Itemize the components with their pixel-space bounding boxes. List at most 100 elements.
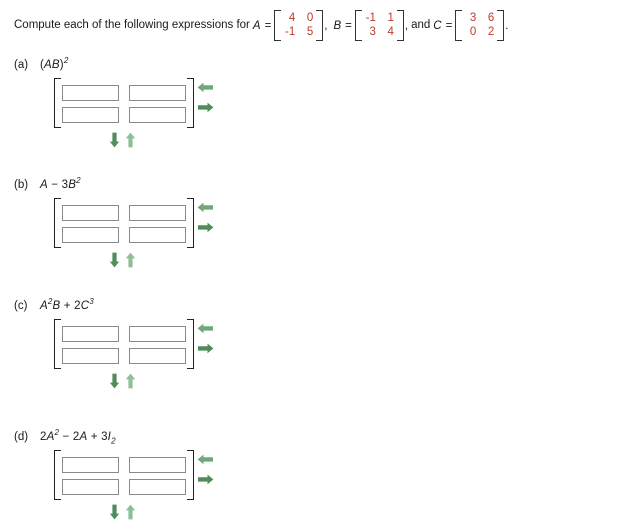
answer-input-d-r1-c0[interactable] — [62, 479, 119, 495]
answer-input-c-r1-c1[interactable] — [129, 348, 186, 364]
matrix-b-equals: = — [345, 19, 352, 32]
column-controls — [109, 504, 141, 520]
question-expression: 2A2 − 2A + 3I2 — [40, 428, 116, 446]
matrix-b-cells: -1 1 3 4 — [362, 10, 397, 41]
arrow-right-icon[interactable] — [197, 474, 214, 485]
matrix-b-literal: -1 1 3 4 — [354, 10, 404, 41]
matrix-b-cell-0-1: 1 — [387, 12, 394, 24]
question-label-d: (d) 2A2 − 2A + 3I2 — [14, 428, 116, 445]
trailing-period: . — [505, 19, 509, 32]
answer-matrix-right-bracket — [187, 450, 194, 500]
answer-matrix-a — [54, 78, 194, 128]
row-controls — [197, 82, 215, 124]
answer-matrix-left-bracket — [54, 450, 61, 500]
answer-matrix-left-bracket — [54, 78, 61, 128]
matrix-c-cell-0-1: 6 — [487, 12, 495, 24]
matrix-a-cell-0-0: 4 — [288, 12, 296, 24]
answer-input-b-r1-c0[interactable] — [62, 227, 119, 243]
arrow-up-icon[interactable] — [125, 132, 136, 148]
arrow-down-icon[interactable] — [109, 504, 120, 520]
matrix-a-name: A — [252, 19, 261, 32]
matrix-c-cell-1-0: 0 — [469, 26, 477, 38]
question-expression: A − 3B2 — [40, 176, 81, 191]
answer-matrix-c — [54, 319, 194, 369]
matrix-c-cell-0-0: 3 — [469, 12, 477, 24]
problem-statement: Compute each of the following expression… — [14, 10, 610, 41]
question-label-c: (c) A2B + 2C3 — [14, 297, 94, 312]
answer-input-d-r0-c1[interactable] — [129, 457, 186, 473]
question-tag: (d) — [14, 430, 29, 443]
matrix-b-cell-1-0: 3 — [369, 26, 376, 38]
matrix-a-cells: 4 0 -1 5 — [281, 10, 316, 41]
arrow-left-icon[interactable] — [197, 82, 214, 93]
answer-input-a-r1-c1[interactable] — [129, 107, 186, 123]
question-tag: (c) — [14, 299, 28, 312]
arrow-down-icon[interactable] — [109, 252, 120, 268]
arrow-right-icon[interactable] — [197, 102, 214, 113]
column-controls — [109, 252, 141, 268]
matrix-a-cell-1-0: -1 — [285, 26, 296, 38]
arrow-up-icon[interactable] — [125, 373, 136, 389]
arrow-up-icon[interactable] — [125, 252, 136, 268]
matrix-c-name: C — [433, 19, 442, 32]
answer-input-d-r0-c0[interactable] — [62, 457, 119, 473]
matrix-a-equals: = — [264, 19, 272, 32]
matrix-b-right-bracket — [396, 10, 404, 41]
arrow-right-icon[interactable] — [197, 222, 214, 233]
answer-matrix-left-bracket — [54, 198, 61, 248]
column-controls — [109, 373, 141, 389]
answer-matrix-left-bracket — [54, 319, 61, 369]
answer-input-c-r0-c0[interactable] — [62, 326, 119, 342]
and-conjunction: and — [411, 18, 431, 31]
matrix-c-right-bracket — [497, 10, 505, 41]
matrix-a-literal: 4 0 -1 5 — [274, 10, 324, 41]
answer-input-a-r1-c0[interactable] — [62, 107, 119, 123]
answer-input-c-r0-c1[interactable] — [129, 326, 186, 342]
arrow-up-icon[interactable] — [125, 504, 136, 520]
arrow-left-icon[interactable] — [197, 323, 214, 334]
arrow-down-icon[interactable] — [109, 132, 120, 148]
arrow-left-icon[interactable] — [197, 454, 214, 465]
question-expression: A2B + 2C3 — [40, 297, 94, 312]
answer-matrix-right-bracket — [187, 319, 194, 369]
matrix-c-cells: 3 6 0 2 — [462, 10, 497, 41]
arrow-right-icon[interactable] — [197, 343, 214, 354]
answer-input-a-r0-c1[interactable] — [129, 85, 186, 101]
matrix-a-cell-0-1: 0 — [306, 12, 314, 24]
answer-matrix-right-bracket — [187, 78, 194, 128]
answer-input-d-r1-c1[interactable] — [129, 479, 186, 495]
answer-input-b-r1-c1[interactable] — [129, 227, 186, 243]
column-controls — [109, 132, 141, 148]
answer-matrix-right-bracket — [187, 198, 194, 248]
arrow-down-icon[interactable] — [109, 373, 120, 389]
comma-after-matrix-a: , — [324, 19, 328, 32]
question-label-a: (a) (AB)2 — [14, 56, 68, 71]
matrix-c-literal: 3 6 0 2 — [455, 10, 505, 41]
answer-input-b-r0-c1[interactable] — [129, 205, 186, 221]
matrix-a-left-bracket — [274, 10, 282, 41]
row-controls — [197, 323, 215, 365]
prompt-lead-text: Compute each of the following expression… — [14, 18, 250, 31]
matrix-c-equals: = — [445, 19, 453, 32]
question-tag: (a) — [14, 58, 29, 71]
arrow-left-icon[interactable] — [197, 202, 214, 213]
comma-after-matrix-b: , — [404, 19, 409, 32]
matrix-b-cell-0-0: -1 — [365, 12, 376, 24]
matrix-a-right-bracket — [316, 10, 324, 41]
question-label-b: (b) A − 3B2 — [14, 176, 81, 191]
row-controls — [197, 202, 215, 244]
matrix-b-name: B — [333, 19, 342, 32]
answer-input-c-r1-c0[interactable] — [62, 348, 119, 364]
row-controls — [197, 454, 215, 496]
answer-matrix-b — [54, 198, 194, 248]
matrix-c-left-bracket — [455, 10, 463, 41]
answer-matrix-d — [54, 450, 194, 500]
answer-input-b-r0-c0[interactable] — [62, 205, 119, 221]
matrix-b-left-bracket — [354, 10, 362, 41]
question-expression: (AB)2 — [40, 56, 69, 71]
matrix-c-cell-1-1: 2 — [487, 26, 495, 38]
matrix-b-cell-1-1: 4 — [387, 26, 394, 38]
matrix-a-cell-1-1: 5 — [306, 26, 314, 38]
question-tag: (b) — [14, 178, 29, 191]
answer-input-a-r0-c0[interactable] — [62, 85, 119, 101]
